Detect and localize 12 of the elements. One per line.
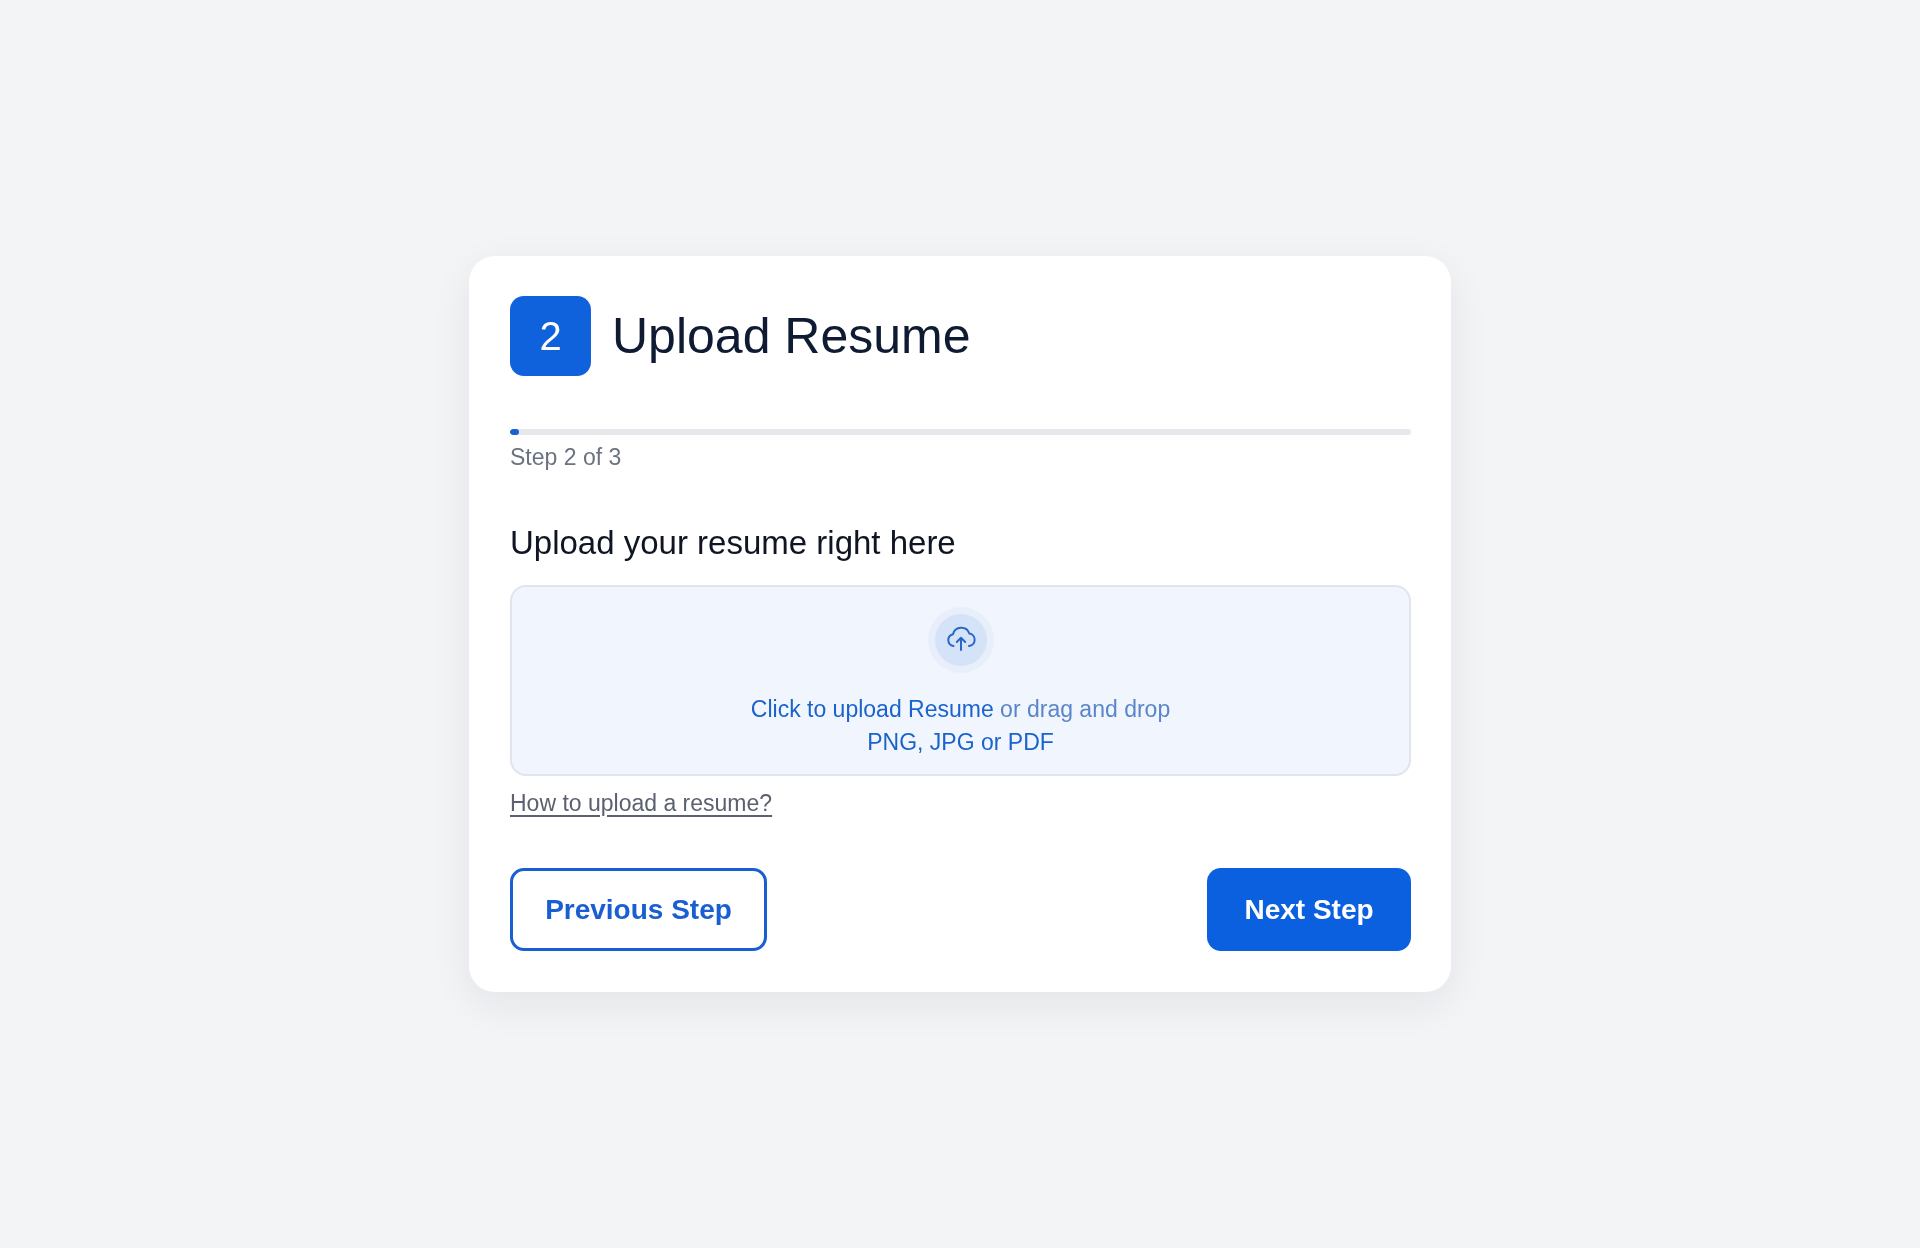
- step-number-badge: 2: [510, 296, 591, 376]
- upload-dropzone[interactable]: Click to upload Resume or drag and drop PNG, JPG or PDF: [510, 585, 1411, 776]
- step-label: Step 2 of 3: [510, 444, 623, 470]
- upload-link[interactable]: Click to upload Resume: [750, 696, 994, 722]
- previous-step-button[interactable]: Previous Step: [510, 868, 767, 951]
- upload-prompt: Click to upload Resume or drag and drop: [750, 695, 1171, 724]
- cloud-upload-icon: [927, 607, 994, 673]
- section-heading: Upload your resume right here: [510, 524, 957, 562]
- next-step-button[interactable]: Next Step: [1207, 868, 1411, 951]
- file-formats-text: PNG, JPG or PDF: [867, 728, 1054, 757]
- card-title: Upload Resume: [612, 308, 971, 364]
- help-link[interactable]: How to upload a resume?: [510, 790, 773, 817]
